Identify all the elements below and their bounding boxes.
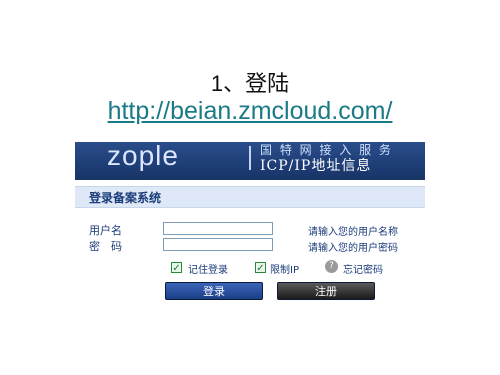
password-hint: 请输入您的用户密码 <box>308 243 398 254</box>
limit-ip-label: 限制IP <box>270 265 299 276</box>
slide-title: 1、登陆 <box>210 71 290 96</box>
header-banner: zople 国 特 网 接 入 服 务 ICP/IP地址信息 <box>75 142 425 180</box>
login-section-header: 登录备案系统 <box>75 186 425 208</box>
banner-divider <box>249 146 251 170</box>
username-input[interactable] <box>163 222 273 235</box>
limit-ip-checkbox[interactable]: ✓ <box>255 262 266 274</box>
username-label: 用户名 <box>89 224 122 237</box>
login-button[interactable]: 登录 <box>165 282 263 300</box>
register-button[interactable]: 注册 <box>277 282 375 300</box>
password-input[interactable] <box>163 238 273 251</box>
remember-login-checkbox[interactable]: ✓ <box>171 262 182 274</box>
help-icon: ? <box>325 260 338 273</box>
username-hint: 请输入您的用户名称 <box>308 227 398 238</box>
login-screenshot: zople 国 特 网 接 入 服 务 ICP/IP地址信息 登录备案系统 用户… <box>75 142 425 308</box>
password-label: 密 码 <box>89 240 122 253</box>
brand-logo: zople <box>107 142 179 171</box>
beian-url-link[interactable]: http://beian.zmcloud.com/ <box>0 97 500 126</box>
forgot-password-link[interactable]: 忘记密码 <box>343 261 383 276</box>
remember-login-label: 记住登录 <box>188 265 228 276</box>
banner-subtitle: ICP/IP地址信息 <box>260 158 372 174</box>
login-section-title: 登录备案系统 <box>89 191 162 205</box>
